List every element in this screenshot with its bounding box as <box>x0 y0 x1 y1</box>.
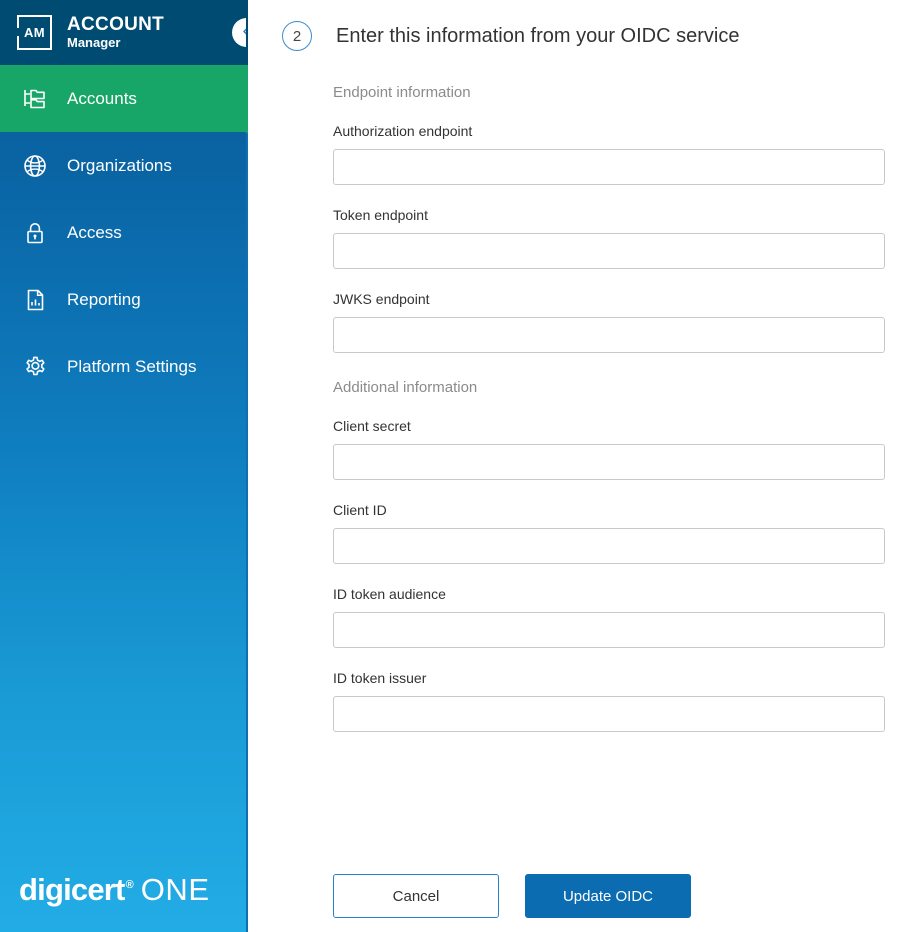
sidebar-nav: Accounts Organizations Access Reporting … <box>0 65 246 400</box>
field-label: Client secret <box>333 418 411 434</box>
step-number-badge: 2 <box>282 21 312 51</box>
sidebar-item-label: Accounts <box>67 88 137 108</box>
sidebar-item-access[interactable]: Access <box>0 199 246 266</box>
edge-segment-active <box>246 65 248 133</box>
content-edge-accent <box>246 0 248 932</box>
product-title-line2: Manager <box>67 35 121 50</box>
sidebar-item-reporting[interactable]: Reporting <box>0 266 246 333</box>
app-root: AM ACCOUNT Manager Accounts Organization… <box>0 0 924 932</box>
logo-notch <box>17 28 19 36</box>
product-title: ACCOUNT Manager <box>67 14 165 51</box>
client-id-input[interactable] <box>333 528 885 564</box>
sidebar-item-accounts[interactable]: Accounts <box>0 65 246 132</box>
lock-icon <box>22 220 56 246</box>
section-title-endpoint-information: Endpoint information <box>333 84 471 101</box>
sidebar-header: AM ACCOUNT Manager <box>0 0 246 65</box>
client-secret-input[interactable] <box>333 444 885 480</box>
field-label: ID token issuer <box>333 670 427 686</box>
brand-name: digicert <box>19 872 125 907</box>
section-title-additional-information: Additional information <box>333 379 478 396</box>
main-content: 2 Enter this information from your OIDC … <box>246 0 924 932</box>
globe-icon <box>22 153 56 179</box>
field-token-endpoint: Token endpoint <box>333 207 885 269</box>
id-token-audience-input[interactable] <box>333 612 885 648</box>
cancel-button[interactable]: Cancel <box>333 874 499 918</box>
update-oidc-button[interactable]: Update OIDC <box>525 874 691 918</box>
id-token-issuer-input[interactable] <box>333 696 885 732</box>
field-label: Token endpoint <box>333 207 428 223</box>
page-title: Enter this information from your OIDC se… <box>336 25 740 47</box>
sidebar-item-platform-settings[interactable]: Platform Settings <box>0 333 246 400</box>
brand-product: ONE <box>140 872 210 907</box>
field-id-token-issuer: ID token issuer <box>333 670 885 732</box>
field-client-secret: Client secret <box>333 418 885 480</box>
step-header: 2 Enter this information from your OIDC … <box>282 21 739 51</box>
field-client-id: Client ID <box>333 502 885 564</box>
report-document-icon <box>22 287 56 313</box>
sidebar-item-label: Platform Settings <box>67 356 197 376</box>
gear-icon <box>22 354 56 380</box>
sidebar-item-label: Reporting <box>67 289 141 309</box>
field-label: ID token audience <box>333 586 446 602</box>
jwks-endpoint-input[interactable] <box>333 317 885 353</box>
edge-segment-body <box>246 133 248 932</box>
sidebar-item-organizations[interactable]: Organizations <box>0 132 246 199</box>
authorization-endpoint-input[interactable] <box>333 149 885 185</box>
digicert-one-logo: digicert ® ONE <box>19 874 210 906</box>
field-id-token-audience: ID token audience <box>333 586 885 648</box>
token-endpoint-input[interactable] <box>333 233 885 269</box>
field-label: Authorization endpoint <box>333 123 473 139</box>
edge-segment-header <box>246 0 248 65</box>
registered-mark: ® <box>125 879 134 891</box>
field-label: Client ID <box>333 502 387 518</box>
sidebar-item-label: Access <box>67 222 122 242</box>
chevron-left-icon <box>240 25 246 41</box>
field-jwks-endpoint: JWKS endpoint <box>333 291 885 353</box>
account-manager-logo-icon: AM <box>17 15 52 50</box>
form-actions: Cancel Update OIDC <box>333 874 691 918</box>
product-title-line1: ACCOUNT <box>67 14 165 35</box>
logo-mark-text: AM <box>23 25 46 40</box>
org-tree-icon <box>22 86 56 112</box>
sidebar-item-label: Organizations <box>67 155 172 175</box>
field-label: JWKS endpoint <box>333 291 430 307</box>
oidc-form: Endpoint information Authorization endpo… <box>333 84 885 754</box>
sidebar: AM ACCOUNT Manager Accounts Organization… <box>0 0 246 932</box>
field-authorization-endpoint: Authorization endpoint <box>333 123 885 185</box>
